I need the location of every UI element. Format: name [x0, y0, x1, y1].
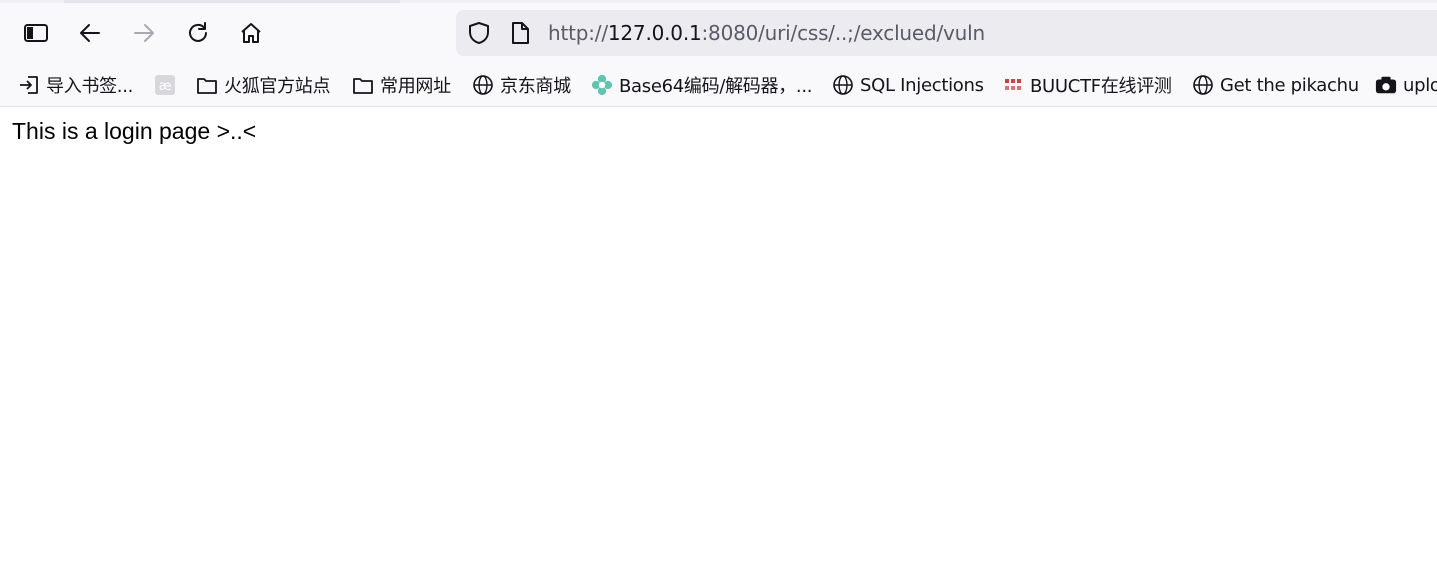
- ae-icon: æ: [154, 74, 176, 96]
- back-button[interactable]: [73, 16, 107, 50]
- bookmark-sql-injections[interactable]: SQL Injections: [832, 70, 984, 100]
- url-path: :8080/uri/css/..;/exclued/vuln: [701, 21, 986, 45]
- bookmark-folder-firefox[interactable]: 火狐官方站点: [196, 70, 331, 100]
- bookmarks-toolbar: 导入书签... æ 火狐官方站点 常用网址 京东商城 Base64编码/解码器，…: [0, 68, 1437, 102]
- page-icon[interactable]: [508, 21, 532, 45]
- bookmark-buuctf[interactable]: BUUCTF在线评测: [1002, 70, 1172, 100]
- bookmark-label: uplo: [1403, 74, 1437, 96]
- forward-button[interactable]: [127, 16, 161, 50]
- url-host: 127.0.0.1: [607, 21, 702, 45]
- reload-button[interactable]: [181, 16, 215, 50]
- folder-icon: [352, 74, 374, 96]
- sidebar-icon[interactable]: [19, 16, 53, 50]
- flower-icon: [591, 74, 613, 96]
- svg-text:æ: æ: [159, 79, 172, 94]
- bookmark-label: BUUCTF在线评测: [1030, 76, 1172, 97]
- reload-icon: [189, 22, 207, 42]
- bookmark-label: 常用网址: [380, 76, 451, 97]
- active-tab-indicator[interactable]: [64, 0, 400, 3]
- tab-strip: [0, 0, 1437, 3]
- camera-icon: [1375, 74, 1397, 96]
- url-bar[interactable]: http://127.0.0.1:8080/uri/css/..;/exclue…: [456, 10, 1437, 56]
- globe-icon: [832, 74, 854, 96]
- browser-toolbar: http://127.0.0.1:8080/uri/css/..;/exclue…: [0, 0, 1437, 107]
- url-text[interactable]: http://127.0.0.1:8080/uri/css/..;/exclue…: [548, 20, 985, 46]
- bookmark-ae[interactable]: æ: [154, 70, 182, 100]
- buuctf-icon: [1002, 74, 1024, 96]
- import-icon: [18, 74, 40, 96]
- bookmark-label: 京东商城: [500, 76, 571, 97]
- bookmark-folder-common[interactable]: 常用网址: [352, 70, 451, 100]
- bookmark-import[interactable]: 导入书签...: [18, 70, 133, 100]
- arrow-left-icon: [80, 24, 100, 42]
- bookmark-pikachu[interactable]: Get the pikachu: [1192, 70, 1359, 100]
- bookmark-base64[interactable]: Base64编码/解码器，...: [591, 70, 812, 100]
- bookmark-jd[interactable]: 京东商城: [472, 70, 571, 100]
- home-button[interactable]: [234, 16, 268, 50]
- bookmark-label: Get the pikachu: [1220, 74, 1359, 96]
- folder-icon: [196, 74, 218, 96]
- bookmark-label: 火狐官方站点: [224, 76, 331, 97]
- bookmark-label: SQL Injections: [860, 74, 984, 96]
- globe-icon: [1192, 74, 1214, 96]
- home-icon: [241, 23, 261, 43]
- arrow-right-icon: [134, 24, 154, 42]
- bookmark-label: 导入书签...: [46, 76, 134, 97]
- page-body-text: This is a login page >..<: [12, 118, 257, 144]
- url-protocol: http://: [548, 21, 608, 45]
- globe-icon: [472, 74, 494, 96]
- bookmark-label: Base64编码/解码器，...: [619, 76, 813, 97]
- bookmark-upload[interactable]: uplo: [1375, 70, 1437, 100]
- shield-icon[interactable]: [467, 21, 491, 45]
